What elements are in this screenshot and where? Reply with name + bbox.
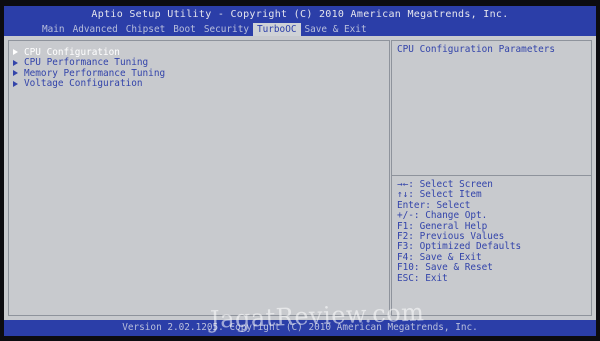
app-title: Aptio Setup Utility - Copyright (C) 2010… (91, 9, 509, 20)
submenu-arrow-icon (13, 70, 18, 77)
submenu-cpu-configuration[interactable]: CPU Configuration (13, 47, 165, 58)
help-pane: CPU Configuration Parameters →←: Select … (391, 40, 592, 316)
main-panel: CPU Configuration CPU Performance Tuning… (4, 36, 596, 320)
submenu-arrow-icon (13, 49, 18, 56)
submenu-label: CPU Configuration (24, 46, 120, 58)
submenu-memory-performance-tuning[interactable]: Memory Performance Tuning (13, 68, 165, 79)
submenu-cpu-performance-tuning[interactable]: CPU Performance Tuning (13, 57, 165, 69)
tab-chipset[interactable]: Chipset (122, 23, 170, 36)
key-legend: →←: Select Screen ↑↓: Select Item Enter:… (397, 179, 521, 284)
header-bar: Aptio Setup Utility - Copyright (C) 2010… (4, 6, 596, 36)
submenu-label: Voltage Configuration (24, 78, 143, 90)
submenu-label: CPU Performance Tuning (24, 57, 149, 69)
tab-boot[interactable]: Boot (169, 23, 200, 36)
help-description: CPU Configuration Parameters (397, 44, 556, 55)
key-change-option: +/-: Change Opt. (397, 210, 488, 222)
menu-bar: Main Advanced Chipset Boot Security Turb… (38, 23, 371, 36)
submenu-label: Memory Performance Tuning (24, 67, 166, 79)
submenu-list: CPU Configuration CPU Performance Tuning… (13, 47, 165, 89)
tab-main[interactable]: Main (38, 23, 69, 36)
submenu-arrow-icon (13, 80, 18, 87)
key-exit: ESC: Exit (397, 272, 448, 284)
bios-screen: Aptio Setup Utility - Copyright (C) 2010… (0, 0, 600, 341)
tab-security[interactable]: Security (200, 23, 253, 36)
key-save-reset: F10: Save & Reset (397, 262, 493, 274)
tab-advanced[interactable]: Advanced (69, 23, 122, 36)
submenu-arrow-icon (13, 59, 18, 66)
help-divider (392, 175, 591, 176)
tab-turbooc[interactable]: TurboOC (252, 23, 301, 36)
submenu-voltage-configuration[interactable]: Voltage Configuration (13, 78, 165, 90)
settings-pane: CPU Configuration CPU Performance Tuning… (8, 40, 390, 316)
tab-save-exit[interactable]: Save & Exit (301, 23, 371, 36)
